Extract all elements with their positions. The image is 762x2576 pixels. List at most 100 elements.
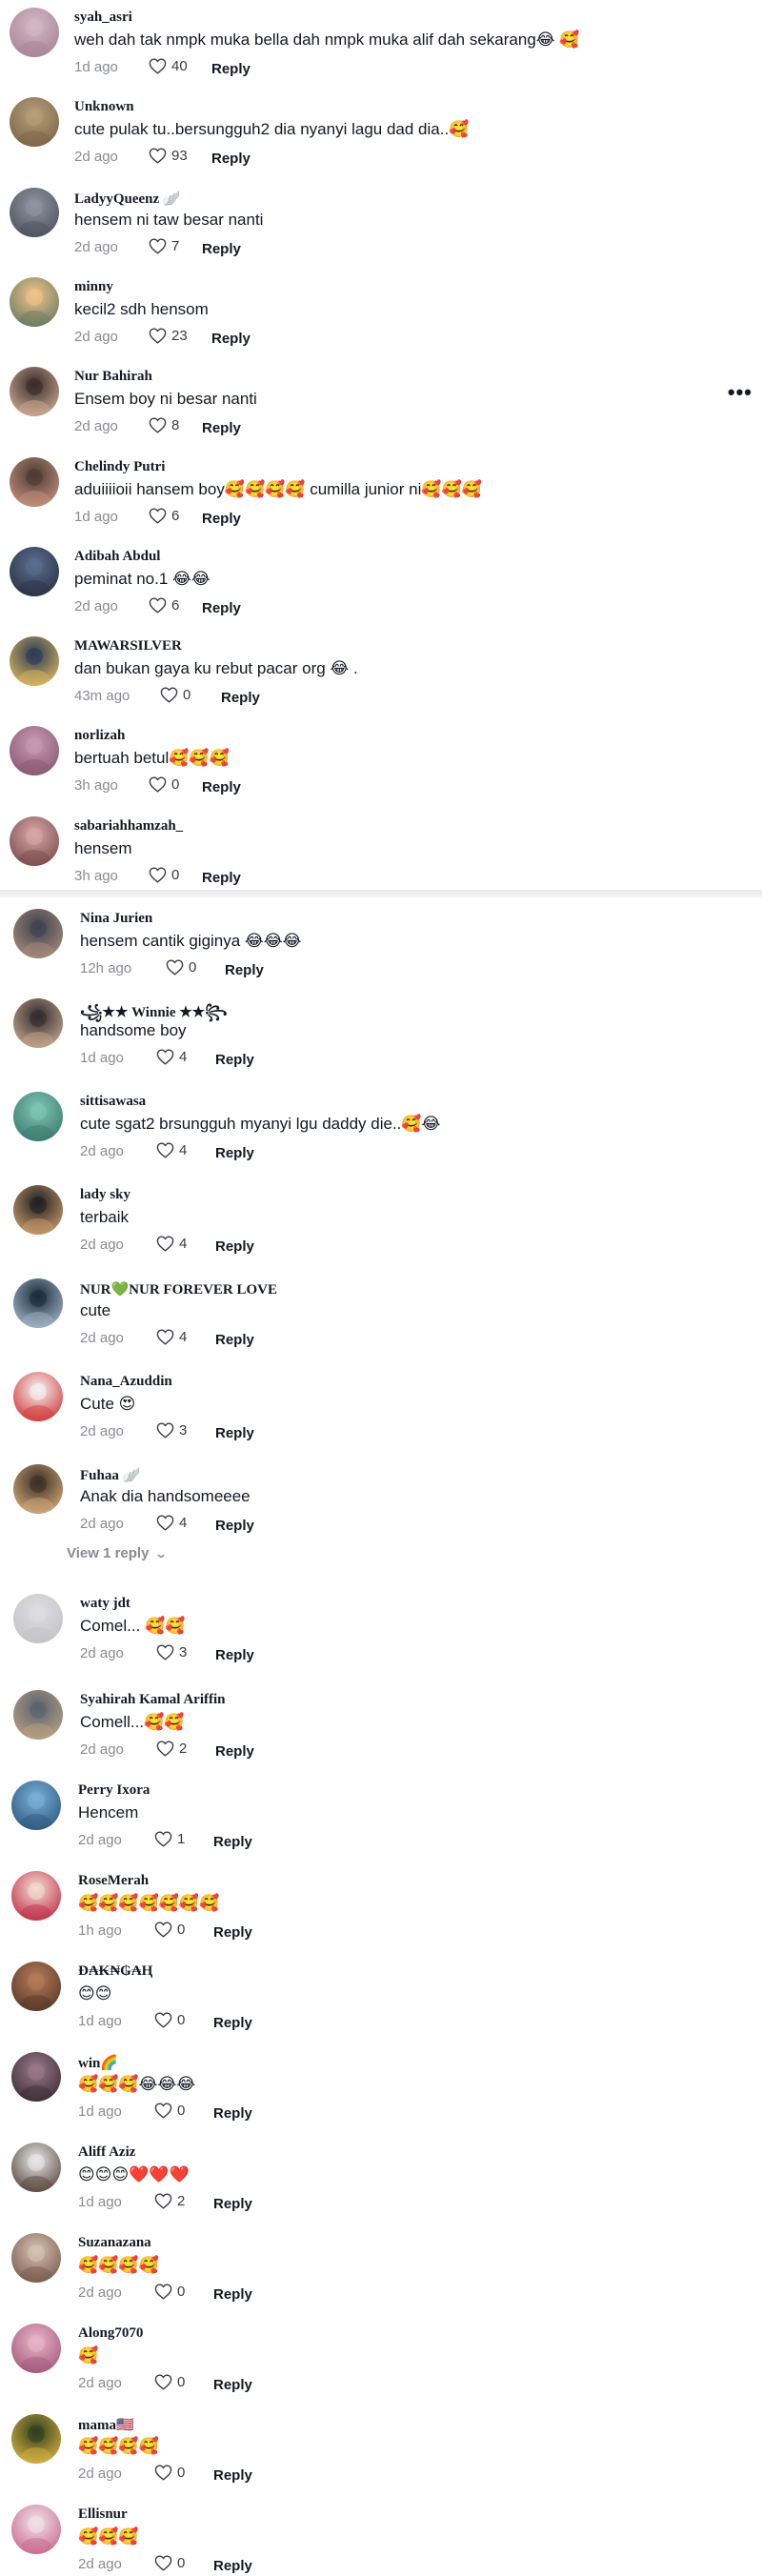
like-button[interactable]: 7 (149, 238, 179, 254)
reply-button[interactable]: Reply (215, 1647, 254, 1663)
reply-button[interactable]: Reply (202, 600, 241, 616)
reply-button[interactable]: Reply (213, 1834, 252, 1850)
reply-button[interactable]: Reply (213, 2105, 252, 2122)
like-button[interactable]: 1 (154, 1831, 185, 1847)
avatar[interactable] (11, 2143, 61, 2192)
comment-username[interactable]: Nana_Azuddin (80, 1374, 172, 1390)
like-button[interactable]: 6 (149, 597, 179, 614)
like-button[interactable]: 0 (166, 959, 196, 976)
avatar[interactable] (11, 2233, 61, 2283)
reply-button[interactable]: Reply (213, 2286, 252, 2303)
comment-username[interactable]: waty jdt (80, 1596, 130, 1612)
like-button[interactable]: 2 (154, 2193, 185, 2209)
comment-username[interactable]: Ð₳₭₦₲₳Ⱨ (78, 1963, 152, 1980)
like-button[interactable]: 4 (156, 1049, 187, 1065)
like-button[interactable]: 2 (156, 1741, 187, 1757)
comment-username[interactable]: lady sky (80, 1187, 130, 1203)
avatar[interactable] (10, 726, 59, 776)
comment-username[interactable]: Nur Bahirah (74, 369, 152, 385)
comment-username[interactable]: Fuhaa 🪽 (80, 1466, 140, 1484)
reply-button[interactable]: Reply (215, 1332, 254, 1348)
avatar[interactable] (10, 815, 59, 866)
reply-button[interactable]: Reply (213, 2377, 252, 2393)
comment-username[interactable]: Suzanazana (78, 2235, 151, 2251)
avatar[interactable] (11, 2324, 61, 2373)
comment-username[interactable]: NUR💚NUR FOREVER LOVE (80, 1280, 277, 1298)
like-button[interactable]: 6 (149, 508, 179, 524)
avatar[interactable] (11, 2505, 61, 2554)
like-button[interactable]: 4 (156, 1329, 187, 1345)
reply-button[interactable]: Reply (215, 1518, 254, 1534)
avatar[interactable] (10, 367, 59, 417)
comment-username[interactable]: Chelindy Putri (74, 459, 165, 475)
comment-username[interactable]: Aliff Aziz (78, 2144, 135, 2161)
comment-username[interactable]: Perry Ixora (78, 1782, 150, 1799)
avatar[interactable] (11, 1781, 61, 1830)
avatar[interactable] (11, 1871, 61, 1921)
avatar[interactable] (13, 1464, 63, 1514)
avatar[interactable] (13, 1092, 63, 1141)
avatar[interactable] (10, 636, 59, 687)
reply-button[interactable]: Reply (215, 1052, 254, 1068)
reply-button[interactable]: Reply (215, 1145, 254, 1161)
comment-username[interactable]: Along7070 (78, 2325, 143, 2342)
like-button[interactable]: 0 (160, 687, 190, 703)
like-button[interactable]: 0 (154, 2284, 185, 2300)
view-replies-button[interactable]: View 1 reply ⌄ (67, 1545, 169, 1561)
more-options-icon[interactable]: ••• (728, 380, 752, 405)
comment-username[interactable]: LadyyQueenz 🪽 (74, 190, 181, 208)
avatar[interactable] (13, 1690, 63, 1740)
avatar[interactable] (10, 97, 59, 148)
reply-button[interactable]: Reply (213, 1924, 252, 1941)
reply-button[interactable]: Reply (215, 1425, 254, 1441)
reply-button[interactable]: Reply (202, 420, 241, 436)
reply-button[interactable]: Reply (213, 2467, 252, 2484)
like-button[interactable]: 8 (149, 417, 179, 433)
reply-button[interactable]: Reply (221, 690, 260, 706)
like-button[interactable]: 0 (149, 776, 179, 793)
reply-button[interactable]: Reply (225, 962, 264, 978)
avatar[interactable] (11, 2052, 61, 2102)
avatar[interactable] (13, 998, 63, 1048)
avatar[interactable] (10, 276, 59, 327)
avatar[interactable] (13, 1594, 63, 1643)
like-button[interactable]: 3 (156, 1644, 187, 1660)
avatar[interactable] (11, 1962, 61, 2011)
avatar[interactable] (13, 909, 63, 958)
like-button[interactable]: 0 (154, 2103, 185, 2119)
like-button[interactable]: 3 (156, 1422, 187, 1439)
avatar[interactable] (13, 1185, 63, 1235)
reply-button[interactable]: Reply (213, 2196, 252, 2212)
comment-username[interactable]: Syahirah Kamal Ariffin (80, 1692, 226, 1708)
reply-button[interactable]: Reply (215, 1743, 254, 1760)
reply-button[interactable]: Reply (213, 2015, 252, 2031)
reply-button[interactable]: Reply (211, 331, 251, 347)
comment-username[interactable]: sabariahhamzah_ (74, 818, 183, 835)
reply-button[interactable]: Reply (211, 151, 251, 167)
comment-username[interactable]: syah_asri (74, 10, 132, 26)
like-button[interactable]: 40 (149, 58, 188, 74)
comment-username[interactable]: Adibah Abdul (74, 549, 160, 565)
reply-button[interactable]: Reply (202, 241, 241, 257)
reply-button[interactable]: Reply (202, 511, 241, 527)
like-button[interactable]: 0 (154, 2374, 185, 2390)
like-button[interactable]: 4 (156, 1515, 187, 1531)
like-button[interactable]: 4 (156, 1142, 187, 1158)
reply-button[interactable]: Reply (215, 1238, 254, 1255)
avatar[interactable] (13, 1278, 63, 1328)
comment-username[interactable]: mama🇺🇸 (78, 2416, 134, 2434)
reply-button[interactable]: Reply (213, 2558, 252, 2574)
avatar[interactable] (13, 1372, 63, 1421)
comment-username[interactable]: Ellisnur (78, 2506, 128, 2523)
comment-username[interactable]: minny (74, 279, 113, 295)
reply-button[interactable]: Reply (202, 779, 241, 795)
comment-username[interactable]: RoseMerah (78, 1873, 149, 1889)
like-button[interactable]: 93 (149, 148, 188, 164)
comment-username[interactable]: MAWARSILVER (74, 638, 182, 654)
like-button[interactable]: 0 (149, 867, 179, 883)
comment-username[interactable]: norlizah (74, 728, 125, 744)
avatar[interactable] (10, 456, 59, 507)
reply-button[interactable]: Reply (202, 870, 241, 886)
like-button[interactable]: 4 (156, 1236, 187, 1252)
avatar[interactable] (11, 2414, 61, 2464)
